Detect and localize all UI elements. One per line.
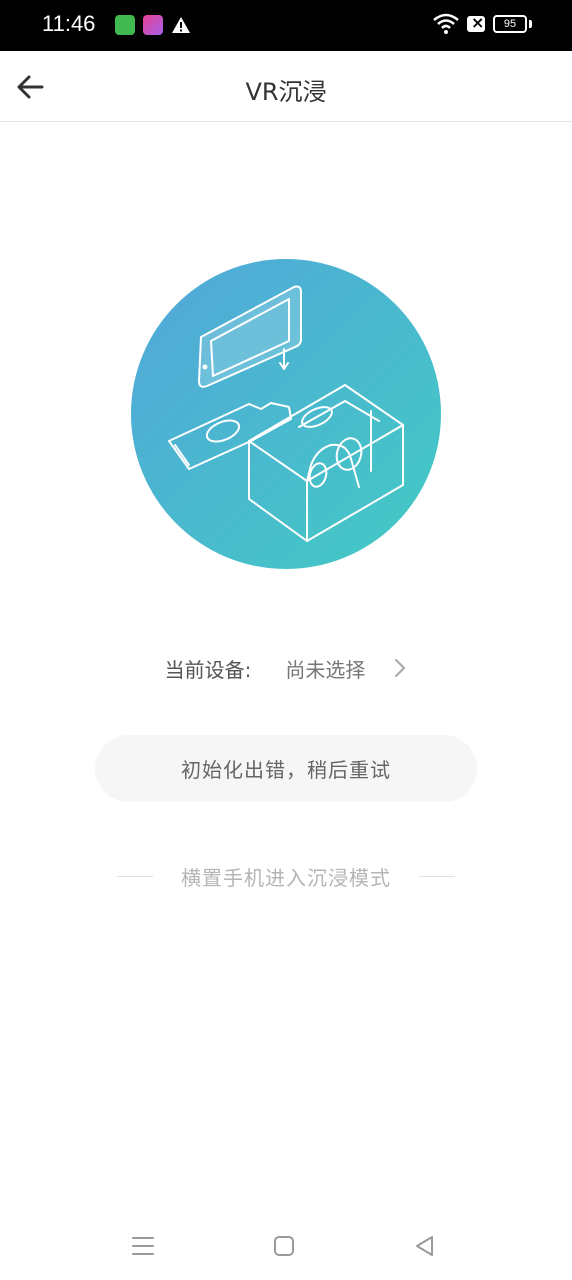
hint-divider-right <box>419 875 455 877</box>
warning-icon <box>172 17 190 33</box>
device-selector-row[interactable]: 当前设备: 尚未选择 <box>0 650 572 686</box>
device-label: 当前设备: <box>164 657 252 682</box>
vr-cardboard-illustration <box>131 259 441 569</box>
menu-icon[interactable] <box>129 1232 157 1260</box>
notification-app-icon <box>115 15 135 35</box>
wifi-icon <box>433 13 459 34</box>
status-bar: 11:46 95 <box>0 0 572 51</box>
home-icon[interactable] <box>270 1232 298 1260</box>
status-message: 初始化出错，稍后重试 <box>181 758 391 782</box>
page-title: VR沉浸 <box>245 78 327 106</box>
hint-row: 横置手机进入沉浸模式 <box>117 862 455 890</box>
status-time: 11:46 <box>42 11 96 36</box>
notification-pen-icon <box>143 15 163 35</box>
battery-cap <box>529 20 532 28</box>
chevron-right-icon <box>395 658 406 678</box>
no-sim-icon <box>467 13 485 32</box>
app-bar: VR沉浸 <box>0 51 572 122</box>
status-message-pill[interactable]: 初始化出错，稍后重试 <box>95 735 477 802</box>
system-icons: 95 <box>433 13 532 35</box>
device-value: 尚未选择 <box>285 657 366 682</box>
hint-text: 横置手机进入沉浸模式 <box>181 865 391 890</box>
battery-icon: 95 <box>493 15 527 33</box>
hint-divider-left <box>117 875 153 877</box>
system-nav-bar <box>0 1214 572 1280</box>
back-triangle-icon[interactable] <box>411 1232 439 1260</box>
